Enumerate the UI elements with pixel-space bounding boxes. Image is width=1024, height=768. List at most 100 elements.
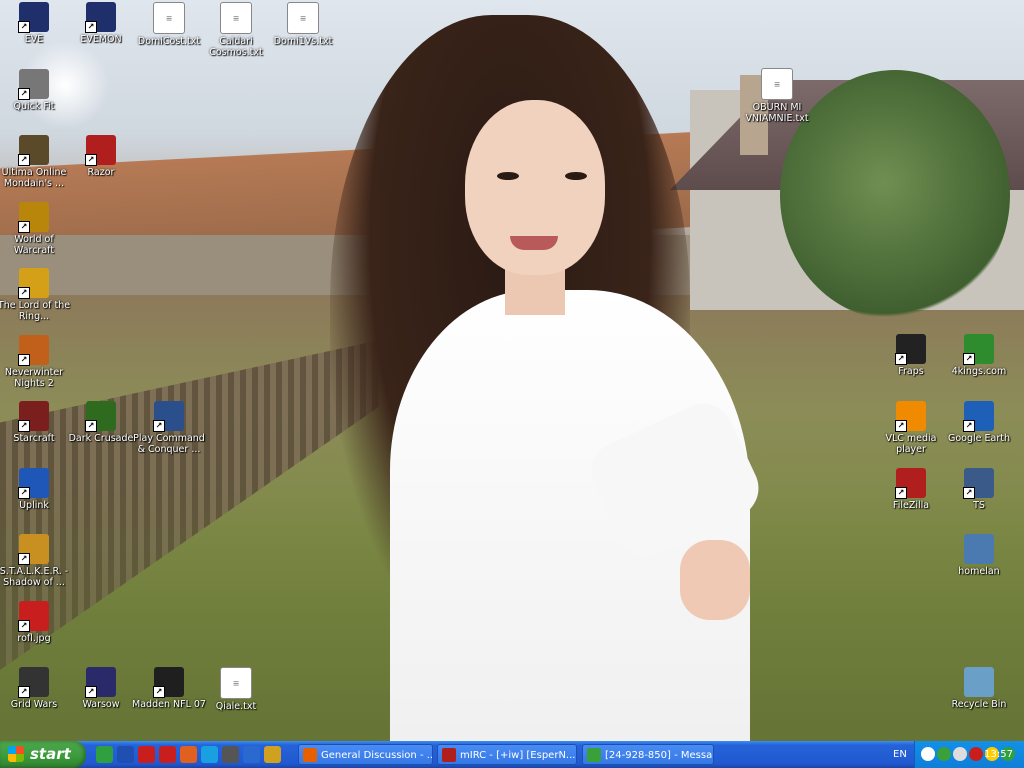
chat-icon[interactable] — [180, 746, 197, 763]
text-file-icon: ≡ — [220, 667, 252, 699]
desktop-icon[interactable]: homelan — [940, 534, 1018, 577]
shortcut-arrow-icon: ↗ — [85, 420, 97, 432]
app-icon[interactable] — [117, 746, 134, 763]
desktop-icon-label: Razor — [87, 167, 115, 178]
desktop-icon[interactable]: ↗ TS — [940, 468, 1018, 511]
desktop-icon[interactable]: ↗ Quick Fit — [0, 69, 73, 112]
desktop-icon-label: S.T.A.L.K.E.R. - Shadow of ... — [0, 566, 69, 588]
media-icon[interactable] — [222, 746, 239, 763]
shortcut-arrow-icon: ↗ — [18, 420, 30, 432]
desktop-icon[interactable]: ↗ Uplink — [0, 468, 73, 511]
desktop-icon[interactable]: ↗ Neverwinter Nights 2 — [0, 335, 73, 389]
desktop-icon[interactable]: ↗ Razor — [62, 135, 140, 178]
system-tray: 13:57 — [914, 741, 1024, 768]
shortcut-arrow-icon: ↗ — [18, 154, 30, 166]
arrow-left-icon[interactable] — [921, 747, 935, 761]
desktop-icon-label: Neverwinter Nights 2 — [4, 367, 64, 389]
desktop-icon[interactable]: ≡ Domi1Vs.txt — [264, 2, 342, 47]
vlc-cone-icon: ↗ — [895, 401, 926, 432]
game-icon[interactable] — [264, 746, 281, 763]
skype-icon[interactable] — [201, 746, 218, 763]
desktop-icon-label: The Lord of the Ring... — [0, 300, 71, 322]
desktop-icon[interactable]: ↗ 4kings.com — [940, 334, 1018, 377]
desktop-icon[interactable]: ↗ S.T.A.L.K.E.R. - Shadow of ... — [0, 534, 73, 588]
clock[interactable]: 13:57 — [984, 741, 1013, 768]
desktop-icon[interactable]: ↗ Fraps — [872, 334, 950, 377]
desktop-icon-label: TS — [973, 500, 985, 511]
starcraft-icon: ↗ — [18, 401, 49, 432]
taskbar-button[interactable]: [24-928-850] - Messa... — [582, 744, 714, 765]
antivirus-icon[interactable] — [969, 747, 983, 761]
razor-icon: ↗ — [85, 135, 116, 166]
shortcut-arrow-icon: ↗ — [895, 487, 907, 499]
desktop-icon-label: World of Warcraft — [13, 234, 55, 256]
mirc-icon — [442, 748, 456, 762]
desktop-icon-label: VLC media player — [885, 433, 937, 455]
desktop-icon[interactable]: ↗ FileZilla — [872, 468, 950, 511]
desktop-icon-label: OBURN MI VNIAMNIE.txt — [745, 102, 809, 124]
taskbar-button-label: mIRC - [+iw] [EsperN... — [460, 750, 576, 761]
madden-icon: ↗ — [153, 667, 184, 698]
warsow-icon: ↗ — [85, 667, 116, 698]
msn-icon[interactable] — [96, 746, 113, 763]
messenger-icon — [587, 748, 601, 762]
shortcut-arrow-icon: ↗ — [963, 353, 975, 365]
desktop-icon[interactable]: ↗ The Lord of the Ring... — [0, 268, 73, 322]
shortcut-arrow-icon: ↗ — [85, 154, 97, 166]
taskbar-button-label: [24-928-850] - Messa... — [605, 750, 714, 761]
uplink-icon: ↗ — [18, 468, 49, 499]
desktop-icon[interactable]: ↗ Dark Crusade — [62, 401, 140, 444]
quickfit-icon: ↗ — [18, 69, 49, 100]
desktop-icon-label: EVEMON — [80, 34, 122, 45]
desktop-icon[interactable]: ↗ VLC media player — [872, 401, 950, 455]
msn-tray-icon[interactable] — [937, 747, 951, 761]
fraps-icon: ↗ — [895, 334, 926, 365]
language-indicator[interactable]: EN — [893, 741, 907, 768]
desktop-icon-label: Recycle Bin — [951, 699, 1007, 710]
taskbar: start General Discussion - ... mIRC - [+i… — [0, 741, 1024, 768]
desktop-icon[interactable]: ↗ rofl.jpg — [0, 601, 73, 644]
teamspeak-icon: ↗ — [963, 468, 994, 499]
desktop-icon[interactable]: ↗ EVEMON — [62, 2, 140, 45]
shortcut-arrow-icon: ↗ — [153, 686, 165, 698]
shortcut-arrow-icon: ↗ — [18, 487, 30, 499]
desktop-icon[interactable]: ↗ World of Warcraft — [0, 202, 73, 256]
evemon-icon: ↗ — [85, 2, 116, 33]
desktop-icon[interactable]: ↗ Play Command & Conquer ... — [130, 401, 208, 455]
flag-icon[interactable] — [138, 746, 155, 763]
volume-icon[interactable] — [953, 747, 967, 761]
desktop-icon-label: rofl.jpg — [17, 633, 51, 644]
shortcut-arrow-icon: ↗ — [85, 21, 97, 33]
desktop-icon[interactable]: Recycle Bin — [940, 667, 1018, 710]
image-file-icon: ↗ — [18, 601, 49, 632]
stalker-icon: ↗ — [18, 534, 49, 565]
start-button[interactable]: start — [0, 741, 86, 768]
shortcut-arrow-icon: ↗ — [963, 420, 975, 432]
desktop-icon-label: Fraps — [898, 366, 924, 377]
ultima-online-icon: ↗ — [18, 135, 49, 166]
desktop-icon[interactable]: ↗ Google Earth — [940, 401, 1018, 444]
desktop-icon-label: Qiale.txt — [215, 701, 257, 712]
windows-flag-icon — [8, 746, 24, 762]
desktop-icon-label: Domi1Vs.txt — [273, 36, 333, 47]
desktop-icon[interactable]: ↗ Warsow — [62, 667, 140, 710]
taskbar-button-label: General Discussion - ... — [321, 750, 433, 761]
desktop-icon-label: Google Earth — [948, 433, 1010, 444]
shortcut-arrow-icon: ↗ — [18, 354, 30, 366]
desktop-icon-label: Uplink — [19, 500, 49, 511]
portrait-eye-left — [497, 172, 519, 180]
desktop-icon-label: homelan — [958, 566, 1000, 577]
google-earth-icon: ↗ — [963, 401, 994, 432]
shortcut-arrow-icon: ↗ — [85, 686, 97, 698]
shortcut-arrow-icon: ↗ — [895, 420, 907, 432]
opera-icon[interactable] — [159, 746, 176, 763]
desktop-icon[interactable]: ≡ Qiale.txt — [197, 667, 275, 712]
desktop-icon[interactable]: ≡ OBURN MI VNIAMNIE.txt — [738, 68, 816, 124]
filezilla-icon: ↗ — [895, 468, 926, 499]
tool-icon[interactable] — [243, 746, 260, 763]
nwn2-icon: ↗ — [18, 335, 49, 366]
taskbar-button[interactable]: General Discussion - ... — [298, 744, 433, 765]
lotr-ring-icon: ↗ — [18, 268, 49, 299]
taskbar-button[interactable]: mIRC - [+iw] [EsperN... — [437, 744, 577, 765]
text-file-icon: ≡ — [287, 2, 319, 34]
